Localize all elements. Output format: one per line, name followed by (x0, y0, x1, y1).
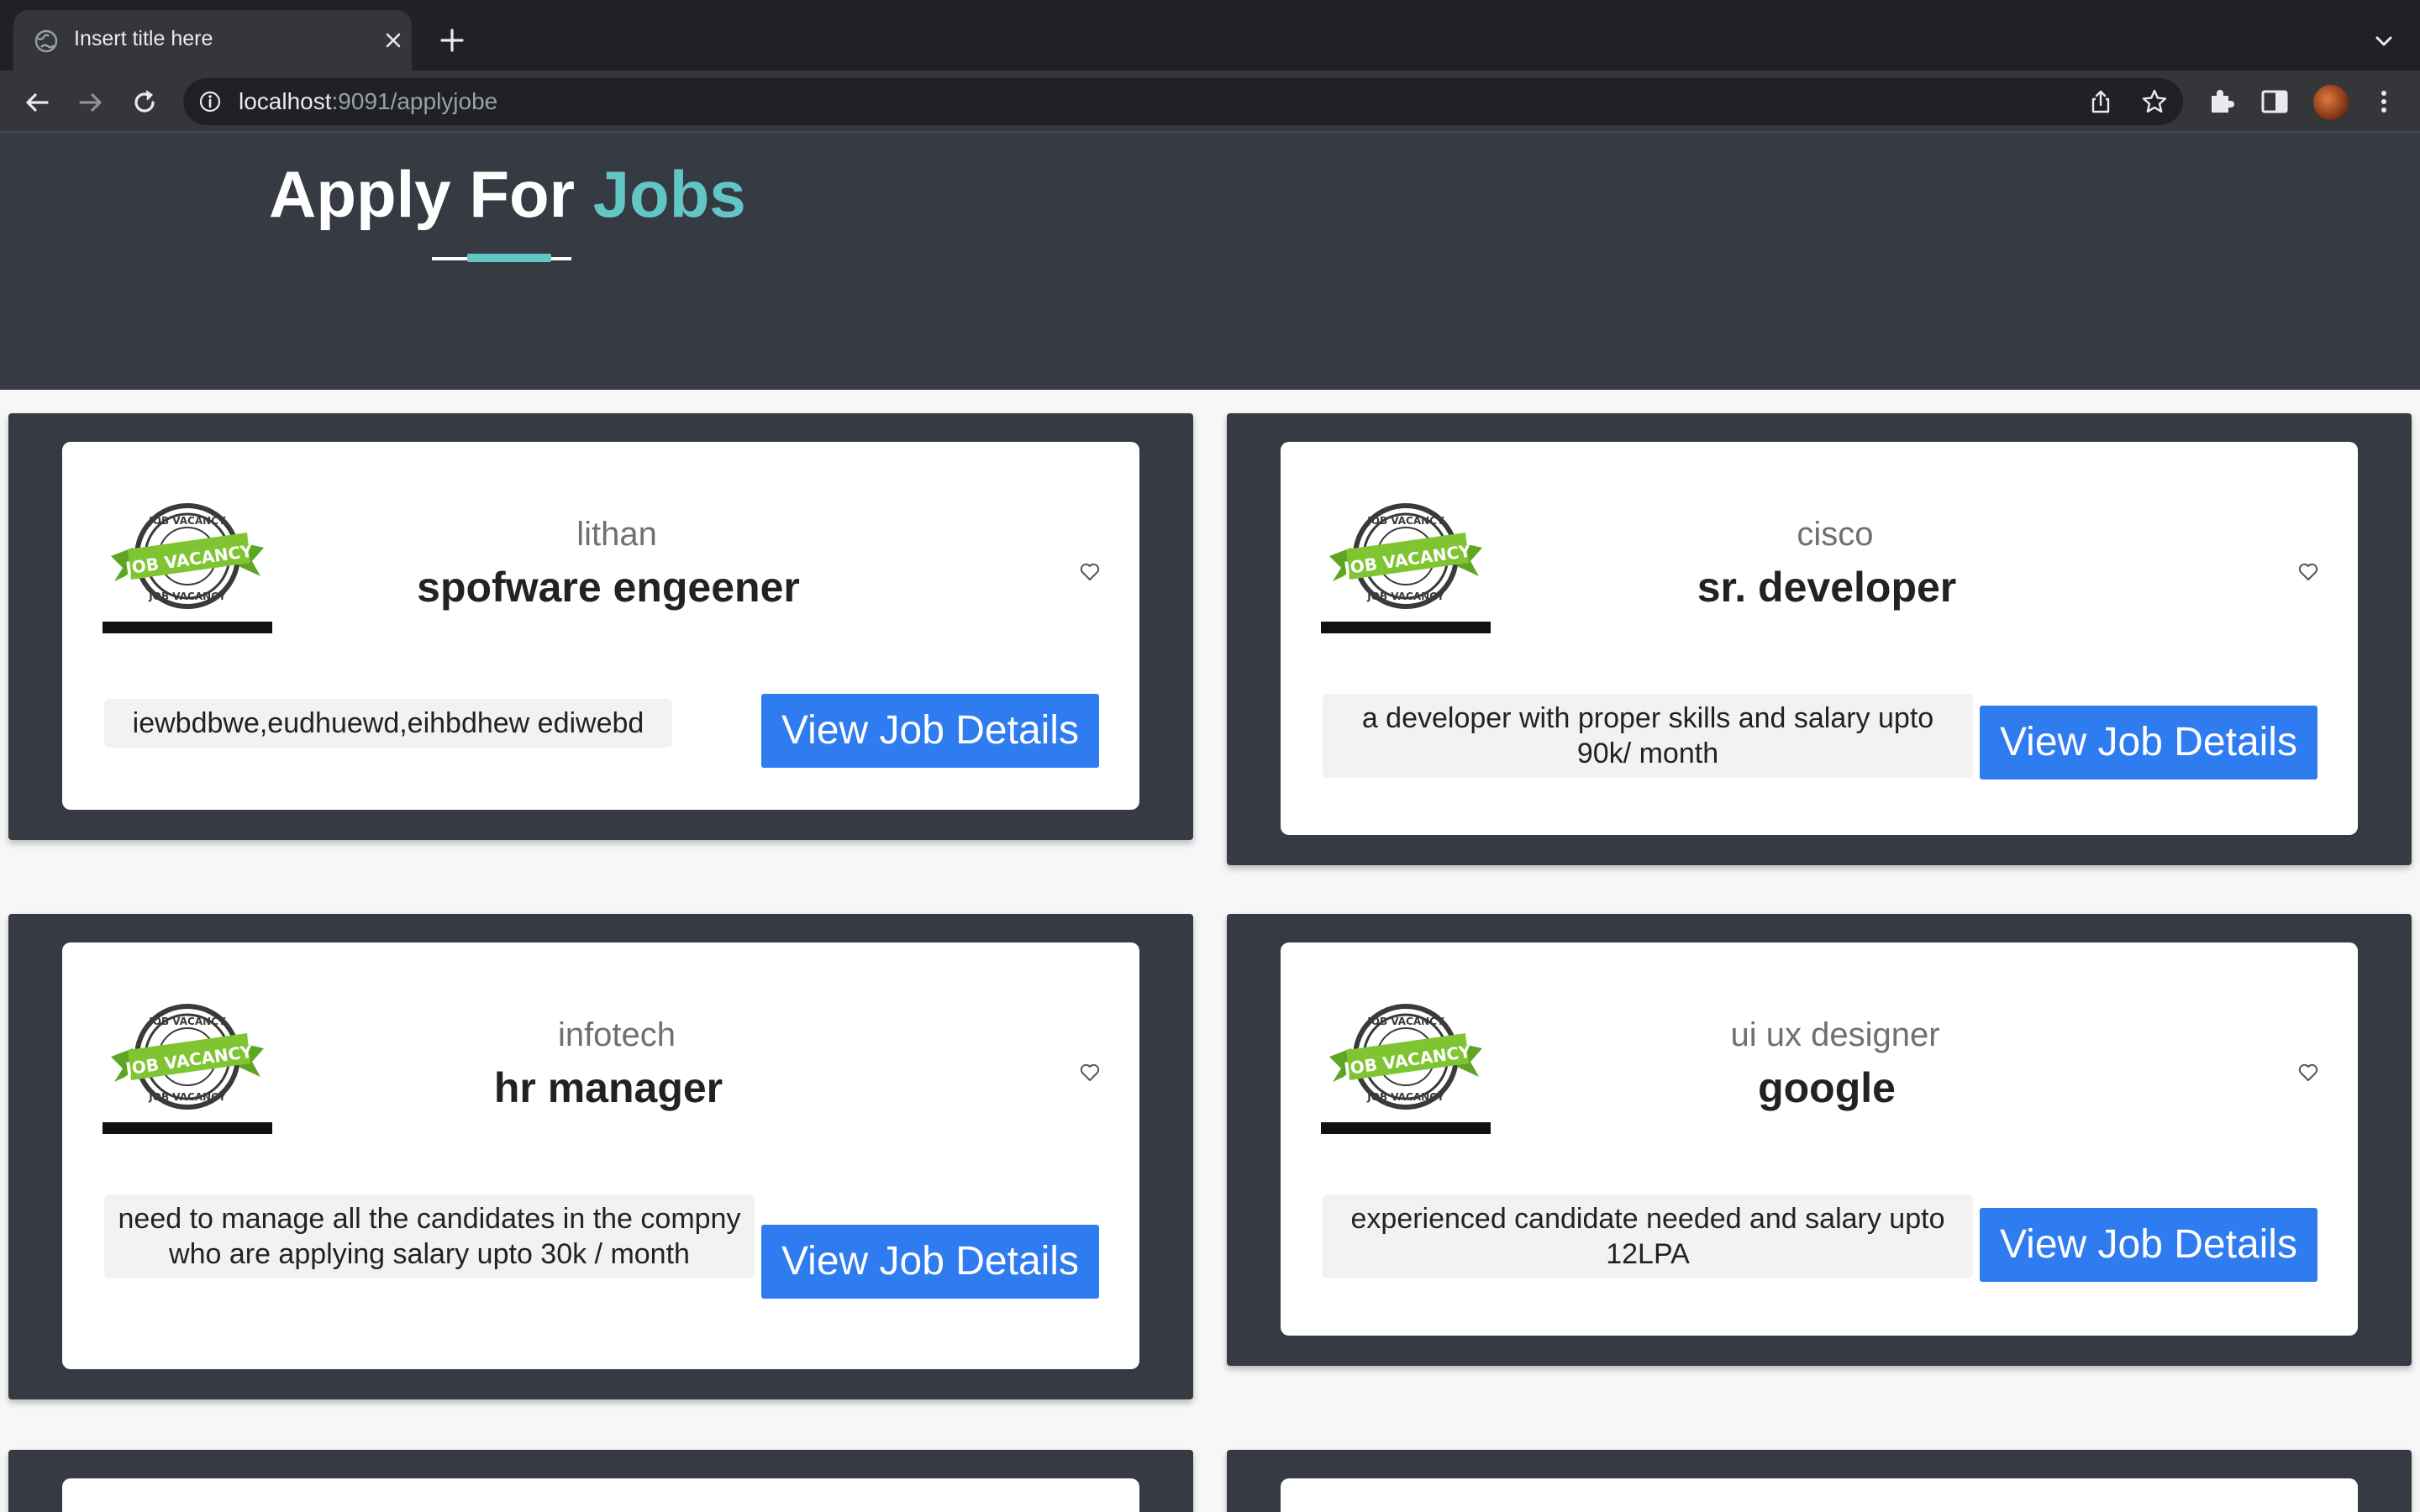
close-tab-icon[interactable] (378, 25, 408, 55)
browser-tab[interactable]: Insert title here (13, 10, 412, 71)
side-panel-icon[interactable] (2259, 86, 2291, 118)
page-header: Apply For Jobs (0, 133, 2420, 390)
heart-icon[interactable] (1079, 561, 1101, 583)
job-title: google (1758, 1064, 1896, 1111)
company-name: ui ux designer (1730, 1016, 1940, 1053)
job-description: need to manage all the candidates in the… (104, 1194, 755, 1278)
globe-icon (34, 29, 58, 53)
forward-arrow-icon[interactable] (74, 86, 108, 119)
job-description: experienced candidate needed and salary … (1323, 1194, 1973, 1278)
more-menu-icon[interactable] (2368, 86, 2400, 118)
heart-icon[interactable] (1079, 1062, 1101, 1084)
share-icon[interactable] (2087, 88, 2114, 115)
view-job-details-button[interactable]: View Job Details (1980, 1208, 2317, 1282)
job-card-content: cisco sr. developer a developer with pro… (1281, 442, 2358, 835)
job-title: sr. developer (1697, 564, 1957, 611)
view-job-details-button[interactable]: View Job Details (761, 694, 1099, 768)
title-underline-accent (467, 254, 551, 262)
url-host: localhost (239, 88, 332, 114)
view-job-details-button[interactable]: View Job Details (761, 1225, 1099, 1299)
job-description: a developer with proper skills and salar… (1323, 694, 1973, 778)
job-description: iewbdbwe,eudhuewd,eihbdhew ediwebd (104, 699, 672, 748)
url-text[interactable]: localhost:9091/applyjobe (239, 88, 497, 115)
view-job-details-button[interactable]: View Job Details (1980, 706, 2317, 780)
extensions-puzzle-icon[interactable] (2205, 86, 2237, 118)
company-name: cisco (1797, 516, 1874, 553)
heart-icon[interactable] (2297, 1062, 2319, 1084)
tab-title: Insert title here (74, 27, 213, 50)
job-card-content: infotech hr manager need to manage all t… (62, 942, 1139, 1369)
site-info-icon[interactable] (198, 90, 222, 113)
job-title: hr manager (493, 1064, 723, 1111)
browser-toolbar: localhost:9091/applyjobe (0, 71, 2420, 133)
job-card-content-partial (1281, 1478, 2358, 1512)
new-tab-plus-icon[interactable] (437, 25, 467, 55)
page-title-accent: Jobs (592, 157, 746, 231)
job-card-content: ui ux designer google experienced candid… (1281, 942, 2358, 1336)
back-arrow-icon[interactable] (20, 86, 54, 119)
company-name: lithan (576, 516, 657, 553)
job-card-content-partial (62, 1478, 1139, 1512)
reload-icon[interactable] (128, 86, 161, 119)
job-card-partial (8, 1450, 1193, 1512)
job-card: ui ux designer google experienced candid… (1227, 914, 2412, 1366)
page-title: Apply For Jobs (269, 156, 746, 233)
address-bar[interactable]: localhost:9091/applyjobe (183, 78, 2183, 125)
job-vacancy-logo (1321, 501, 1491, 635)
job-card: lithan spofware engeener iewbdbwe,eudhue… (8, 413, 1193, 840)
heart-icon[interactable] (2297, 561, 2319, 583)
url-path: :9091/applyjobe (331, 88, 498, 114)
job-vacancy-logo (1321, 1001, 1491, 1136)
tab-search-chevron-icon[interactable] (2371, 29, 2396, 54)
job-title: spofware engeener (417, 564, 800, 611)
browser-tab-bar: Insert title here (0, 0, 2420, 71)
job-card-content: lithan spofware engeener iewbdbwe,eudhue… (62, 442, 1139, 810)
job-card: infotech hr manager need to manage all t… (8, 914, 1193, 1399)
bookmark-star-icon[interactable] (2141, 88, 2168, 115)
company-name: infotech (557, 1016, 676, 1053)
job-card-partial (1227, 1450, 2412, 1512)
page-title-main: Apply For (269, 157, 575, 231)
job-vacancy-logo (103, 1001, 272, 1136)
profile-avatar[interactable] (2313, 85, 2349, 120)
job-card: cisco sr. developer a developer with pro… (1227, 413, 2412, 865)
job-vacancy-logo (103, 501, 272, 635)
